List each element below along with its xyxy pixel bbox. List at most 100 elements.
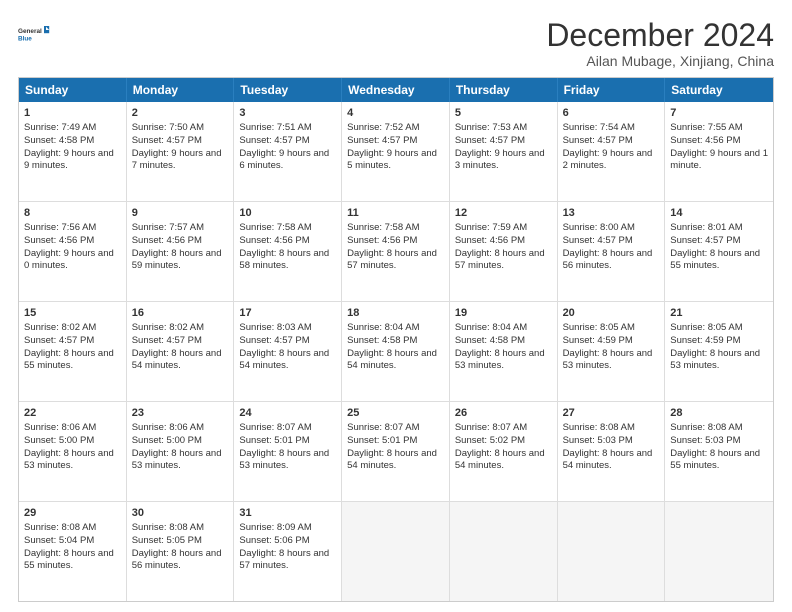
daylight: Daylight: 8 hours and 53 minutes. [670,348,760,372]
sunset: Sunset: 5:03 PM [563,435,633,446]
day-number: 21 [670,306,768,321]
daylight: Daylight: 9 hours and 5 minutes. [347,148,437,172]
daylight: Daylight: 8 hours and 58 minutes. [239,248,329,272]
day-number: 25 [347,406,444,421]
daylight: Daylight: 8 hours and 55 minutes. [670,248,760,272]
day-number: 26 [455,406,552,421]
day-header-friday: Friday [558,78,666,102]
sunset: Sunset: 4:57 PM [239,335,309,346]
sunrise: Sunrise: 8:01 AM [670,222,742,233]
day-header-tuesday: Tuesday [234,78,342,102]
header: GeneralBlue December 2024 Ailan Mubage, … [18,18,774,69]
sunset: Sunset: 5:01 PM [347,435,417,446]
sunrise: Sunrise: 7:56 AM [24,222,96,233]
day-number: 15 [24,306,121,321]
calendar-cell: 20Sunrise: 8:05 AMSunset: 4:59 PMDayligh… [558,302,666,401]
sunrise: Sunrise: 7:49 AM [24,122,96,133]
sunset: Sunset: 5:02 PM [455,435,525,446]
sunset: Sunset: 4:57 PM [670,235,740,246]
sunset: Sunset: 4:56 PM [132,235,202,246]
daylight: Daylight: 8 hours and 57 minutes. [455,248,545,272]
daylight: Daylight: 8 hours and 54 minutes. [239,348,329,372]
calendar-cell [342,502,450,601]
calendar-cell: 9Sunrise: 7:57 AMSunset: 4:56 PMDaylight… [127,202,235,301]
calendar-cell: 31Sunrise: 8:09 AMSunset: 5:06 PMDayligh… [234,502,342,601]
daylight: Daylight: 8 hours and 55 minutes. [24,548,114,572]
calendar-cell: 27Sunrise: 8:08 AMSunset: 5:03 PMDayligh… [558,402,666,501]
sunset: Sunset: 4:56 PM [670,135,740,146]
daylight: Daylight: 9 hours and 2 minutes. [563,148,653,172]
calendar-cell: 12Sunrise: 7:59 AM Sunset: 4:56 PM Dayligh… [450,202,558,301]
calendar-cell: 7Sunrise: 7:55 AMSunset: 4:56 PMDaylight… [665,102,773,201]
day-number: 3 [239,106,336,121]
day-number: 30 [132,506,229,521]
sunrise: Sunrise: 8:08 AM [24,522,96,533]
sunset: Sunset: 5:01 PM [239,435,309,446]
day-number: 9 [132,206,229,221]
calendar-cell [450,502,558,601]
daylight: Daylight: 9 hours and 0 minutes. [24,248,114,272]
day-number: 7 [670,106,768,121]
calendar-cell: 15Sunrise: 8:02 AMSunset: 4:57 PMDayligh… [19,302,127,401]
calendar-cell: 18Sunrise: 8:04 AMSunset: 4:58 PMDayligh… [342,302,450,401]
daylight: Daylight: 8 hours and 57 minutes. [239,548,329,572]
calendar-cell: 16Sunrise: 8:02 AMSunset: 4:57 PMDayligh… [127,302,235,401]
sunrise: Sunrise: 8:03 AM [239,322,311,333]
calendar-cell: 26Sunrise: 8:07 AMSunset: 5:02 PMDayligh… [450,402,558,501]
daylight: Daylight: 8 hours and 53 minutes. [455,348,545,372]
sunrise: Sunrise: 7:52 AM [347,122,419,133]
sunrise: Sunrise: 8:07 AM [347,422,419,433]
svg-text:Blue: Blue [18,35,32,42]
page: GeneralBlue December 2024 Ailan Mubage, … [0,0,792,612]
sunset: Sunset: 4:56 PM [455,235,525,246]
calendar-cell: 1Sunrise: 7:49 AMSunset: 4:58 PMDaylight… [19,102,127,201]
sunset: Sunset: 4:57 PM [132,135,202,146]
sunset: Sunset: 5:00 PM [132,435,202,446]
calendar-cell: 17Sunrise: 8:03 AMSunset: 4:57 PMDayligh… [234,302,342,401]
sunrise: Sunrise: 8:08 AM [132,522,204,533]
sunset: Sunset: 4:58 PM [455,335,525,346]
sunrise: Sunrise: 7:53 AM [455,122,527,133]
sunset: Sunset: 4:57 PM [24,335,94,346]
sunrise: Sunrise: 7:51 AM [239,122,311,133]
calendar-cell: 3Sunrise: 7:51 AMSunset: 4:57 PMDaylight… [234,102,342,201]
calendar-cell [558,502,666,601]
day-number: 10 [239,206,336,221]
daylight: Daylight: 8 hours and 53 minutes. [132,448,222,472]
daylight: Daylight: 8 hours and 54 minutes. [347,348,437,372]
day-number: 31 [239,506,336,521]
sunset: Sunset: 4:59 PM [563,335,633,346]
sunrise: Sunrise: 8:05 AM [670,322,742,333]
sunrise: Sunrise: 8:00 AM [563,222,635,233]
svg-text:General: General [18,28,42,35]
day-number: 13 [563,206,660,221]
sunset: Sunset: 4:57 PM [132,335,202,346]
day-number: 18 [347,306,444,321]
calendar-cell: 21Sunrise: 8:05 AMSunset: 4:59 PMDayligh… [665,302,773,401]
day-number: 6 [563,106,660,121]
sunrise: Sunrise: 7:59 AM [455,222,527,233]
sunset: Sunset: 4:56 PM [239,235,309,246]
logo-icon: GeneralBlue [18,18,50,50]
day-header-thursday: Thursday [450,78,558,102]
calendar-cell: 28Sunrise: 8:08 AMSunset: 5:03 PMDayligh… [665,402,773,501]
sunrise: Sunrise: 8:02 AM [132,322,204,333]
sunrise: Sunrise: 7:54 AM [563,122,635,133]
calendar-body: 1Sunrise: 7:49 AMSunset: 4:58 PMDaylight… [19,102,773,601]
sunrise: Sunrise: 8:05 AM [563,322,635,333]
calendar-week-2: 8Sunrise: 7:56 AMSunset: 4:56 PMDaylight… [19,201,773,301]
calendar-cell: 13Sunrise: 8:00 AMSunset: 4:57 PMDayligh… [558,202,666,301]
calendar-cell: 8Sunrise: 7:56 AMSunset: 4:56 PMDaylight… [19,202,127,301]
sunset: Sunset: 5:04 PM [24,535,94,546]
day-header-monday: Monday [127,78,235,102]
calendar-cell: 4Sunrise: 7:52 AMSunset: 4:57 PMDaylight… [342,102,450,201]
sunset: Sunset: 4:57 PM [239,135,309,146]
sunrise: Sunrise: 8:07 AM [239,422,311,433]
day-number: 24 [239,406,336,421]
daylight: Daylight: 8 hours and 54 minutes. [347,448,437,472]
day-number: 12 [455,206,552,221]
day-number: 5 [455,106,552,121]
sunset: Sunset: 4:58 PM [347,335,417,346]
daylight: Daylight: 9 hours and 3 minutes. [455,148,545,172]
sunrise: Sunrise: 8:02 AM [24,322,96,333]
